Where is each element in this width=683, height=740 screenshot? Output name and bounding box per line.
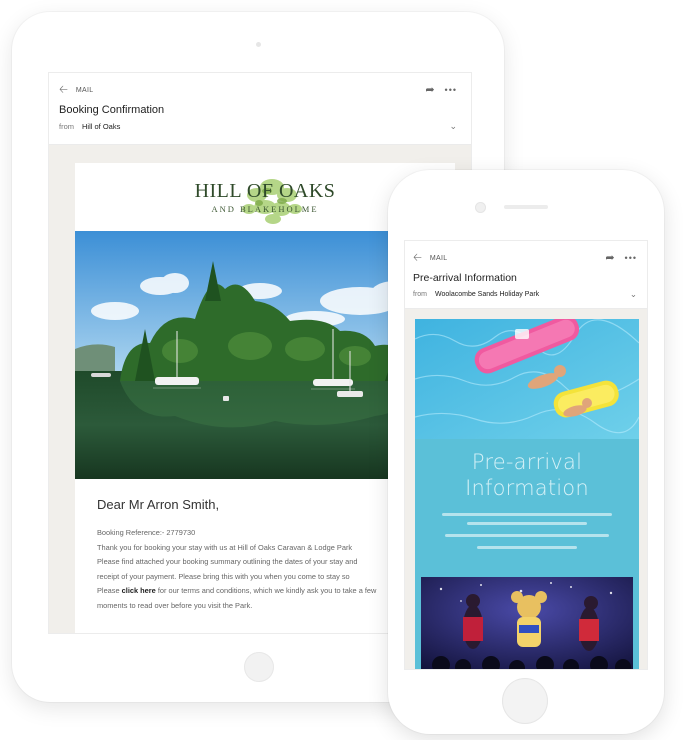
terms-line: Please click here for our terms and cond… [97, 584, 433, 599]
tablet-camera [256, 42, 261, 47]
mail-header: 🡠 MAIL ➦ ••• Booking Confirmation from H… [49, 73, 471, 145]
from-label: from [413, 291, 427, 298]
greeting: Dear Mr Arron Smith, [97, 497, 220, 512]
share-icon[interactable]: ➦ [425, 83, 434, 96]
body-line: moments to read over before you visit th… [97, 600, 253, 610]
share-icon[interactable]: ➦ [605, 251, 614, 264]
brand-subtitle: AND BLAKEHOLME [211, 204, 319, 214]
text-line [477, 546, 577, 549]
brand-name: HILL OF OAKS [194, 180, 336, 202]
chevron-down-icon[interactable]: ⌄ [449, 121, 457, 132]
intro-text-block [415, 513, 639, 549]
sender-name: Woolacombe Sands Holiday Park [435, 291, 540, 298]
pool-photo [415, 319, 639, 439]
booking-reference: Booking Reference:- 2779730 [97, 528, 196, 537]
body-line: receipt of your payment. Please bring th… [97, 571, 350, 581]
mail-subject: Pre-arrival Information [413, 272, 517, 284]
sender-name: Hill of Oaks [82, 122, 121, 131]
from-row: from Hill of Oaks ⌄ [59, 121, 457, 132]
more-icon[interactable]: ••• [445, 85, 457, 95]
phone-camera [475, 202, 486, 213]
hero-title: Pre-arrival Information [415, 449, 639, 501]
from-label: from [59, 122, 74, 131]
hero-title-line2: Information [465, 476, 589, 500]
phone-screen: 🡠 MAIL ➦ ••• Pre-arrival Information fro… [404, 240, 648, 670]
phone-home-button[interactable] [502, 678, 548, 724]
terms-link[interactable]: click here [122, 586, 156, 595]
text-line [445, 534, 609, 537]
text-line [442, 513, 612, 516]
body-line: Please find attached your booking summar… [97, 557, 358, 566]
mail-label: MAIL [429, 255, 448, 262]
back-arrow-icon[interactable]: 🡠 [413, 253, 422, 264]
link-suffix: for our terms and conditions, which we k… [155, 586, 377, 595]
from-row: from Woolacombe Sands Holiday Park ⌄ [413, 289, 637, 300]
hero-title-line1: Pre-arrival [471, 450, 583, 474]
mail-label: MAIL [75, 87, 94, 94]
tablet-home-button[interactable] [244, 652, 274, 682]
show-photo [421, 577, 633, 669]
link-prefix: Please [97, 586, 122, 595]
more-icon[interactable]: ••• [625, 253, 637, 263]
body-line: Thank you for booking your stay with us … [97, 542, 353, 552]
text-line [467, 522, 587, 525]
mail-subject: Booking Confirmation [59, 104, 165, 116]
back-arrow-icon[interactable]: 🡠 [59, 85, 68, 96]
mail-header: 🡠 MAIL ➦ ••• Pre-arrival Information fro… [405, 241, 647, 309]
email-content: Pre-arrival Information [415, 319, 639, 669]
chevron-down-icon[interactable]: ⌄ [630, 289, 637, 300]
phone-speaker [504, 205, 548, 209]
phone-device: 🡠 MAIL ➦ ••• Pre-arrival Information fro… [388, 170, 664, 734]
